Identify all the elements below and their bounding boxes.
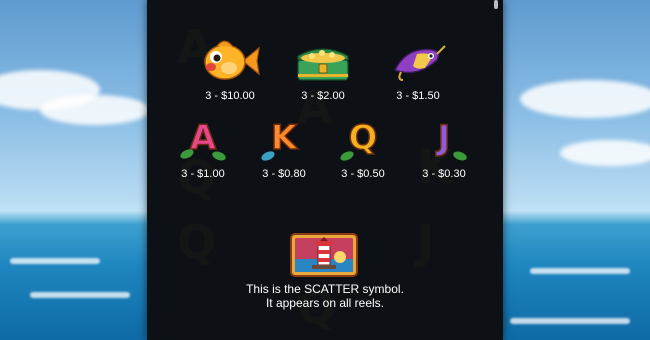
scrollbar-thumb[interactable] (494, 0, 498, 9)
lighthouse-scatter-icon (290, 233, 358, 277)
cloud (40, 95, 150, 125)
symbol-letter-k: K 3 - $0.80 (259, 119, 309, 180)
symbol-treasure-chest: 3 - $2.00 (288, 38, 358, 102)
scatter-line-1: This is the SCATTER symbol. (246, 282, 404, 296)
payout-goldfish: 3 - $10.00 (205, 90, 255, 102)
payout-fishing-lure: 3 - $1.50 (396, 90, 440, 102)
scatter-description: This is the SCATTER symbol. It appears o… (147, 282, 503, 310)
payout-treasure-chest: 3 - $2.00 (301, 90, 345, 102)
symbol-letter-j: J 3 - $0.30 (419, 119, 469, 180)
payout-letter-q: 3 - $0.50 (341, 168, 385, 180)
letter-k-icon: K (259, 119, 305, 163)
background-reel-symbol: J (417, 215, 435, 269)
fishing-lure-icon (394, 45, 446, 81)
wave (30, 292, 130, 298)
payout-letter-j: 3 - $0.30 (422, 168, 466, 180)
letter-a-icon: A (178, 119, 227, 163)
scatter-line-2: It appears on all reels. (265, 296, 385, 310)
wave (510, 318, 630, 324)
wave (530, 268, 630, 274)
payout-letter-k: 3 - $0.80 (262, 168, 306, 180)
symbol-goldfish: 3 - $10.00 (195, 38, 265, 102)
treasure-chest-icon (297, 48, 349, 81)
letter-q-icon: Q (338, 119, 384, 163)
goldfish-icon (204, 40, 260, 80)
cloud (520, 80, 650, 118)
payout-letter-a: 3 - $1.00 (181, 168, 225, 180)
symbol-letter-a: A 3 - $1.00 (178, 119, 228, 180)
letter-j-icon: J (423, 119, 468, 163)
wave (10, 258, 100, 264)
symbol-letter-q: Q 3 - $0.50 (338, 119, 388, 180)
background-reel-symbol: Q (177, 215, 217, 269)
symbol-fishing-lure: 3 - $1.50 (383, 38, 453, 102)
cloud (560, 140, 650, 166)
